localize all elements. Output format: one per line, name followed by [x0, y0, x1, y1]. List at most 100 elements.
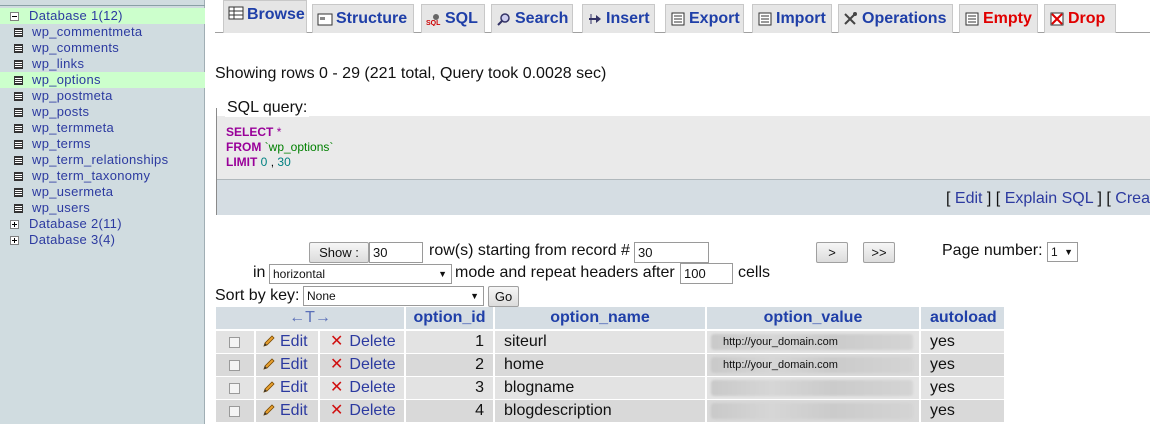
tab-import[interactable]: Import	[752, 4, 832, 33]
database-2-item[interactable]: Database 2(11)	[0, 216, 205, 232]
sidebar-table-wp_postmeta[interactable]: wp_postmeta	[0, 88, 205, 104]
delete-label[interactable]: Delete	[349, 379, 395, 396]
table-icon[interactable]	[14, 107, 23, 117]
sidebar-table-label[interactable]: wp_usermeta	[32, 184, 113, 200]
row-checkbox[interactable]	[229, 383, 240, 394]
tab-export[interactable]: Export	[665, 4, 744, 33]
sidebar-table-wp_term_taxonomy[interactable]: wp_term_taxonomy	[0, 168, 205, 184]
sidebar-table-wp_commentmeta[interactable]: wp_commentmeta	[0, 24, 205, 40]
sidebar-table-label[interactable]: wp_term_taxonomy	[32, 168, 150, 184]
edit-link[interactable]: Edit	[256, 331, 318, 353]
sidebar-table-label[interactable]: wp_comments	[32, 40, 119, 56]
page-number-select[interactable]: 1 ▼	[1047, 242, 1078, 262]
sidebar-table-wp_users[interactable]: wp_users	[0, 200, 205, 216]
tab-sql[interactable]: SQL SQL	[421, 4, 485, 33]
sidebar-table-wp_termmeta[interactable]: wp_termmeta	[0, 120, 205, 136]
sort-key-select[interactable]: None ▼	[303, 286, 484, 306]
database-1-item[interactable]: Database 1(12)	[0, 8, 205, 24]
edit-pencil-icon[interactable]	[262, 403, 276, 417]
sidebar-table-label[interactable]: wp_posts	[32, 104, 89, 120]
expand-icon[interactable]	[10, 219, 19, 229]
delete-link[interactable]: ✕ Delete	[320, 331, 404, 353]
sidebar-table-label[interactable]: wp_term_relationships	[32, 152, 168, 168]
sidebar-table-label[interactable]: wp_termmeta	[32, 120, 114, 136]
delete-x-icon[interactable]: ✕	[330, 400, 343, 422]
edit-label[interactable]: Edit	[280, 333, 308, 350]
sidebar-table-wp_comments[interactable]: wp_comments	[0, 40, 205, 56]
delete-x-icon[interactable]: ✕	[330, 331, 343, 353]
edit-link[interactable]: Edit	[256, 377, 318, 399]
table-icon[interactable]	[14, 139, 23, 149]
row-checkbox[interactable]	[229, 360, 240, 371]
edit-pencil-icon[interactable]	[262, 380, 276, 394]
sidebar-table-wp_options[interactable]: wp_options	[0, 72, 205, 88]
row-checkbox[interactable]	[229, 337, 240, 348]
go-button[interactable]: Go	[488, 286, 519, 307]
database-3-item[interactable]: Database 3(4)	[0, 232, 205, 248]
tab-browse[interactable]: Browse	[223, 0, 307, 33]
column-header-option-id[interactable]: option_id	[406, 307, 493, 329]
tab-empty[interactable]: Empty	[959, 4, 1038, 33]
sidebar-table-wp_links[interactable]: wp_links	[0, 56, 205, 72]
sidebar-table-wp_terms[interactable]: wp_terms	[0, 136, 205, 152]
collapse-icon[interactable]	[10, 11, 19, 21]
delete-label[interactable]: Delete	[349, 333, 395, 350]
start-record-input[interactable]: 30	[634, 242, 709, 263]
delete-label[interactable]: Delete	[349, 356, 395, 373]
expand-icon[interactable]	[10, 235, 19, 245]
display-mode-select[interactable]: horizontal ▼	[269, 264, 452, 284]
table-icon[interactable]	[14, 27, 23, 37]
sidebar-table-label[interactable]: wp_users	[32, 200, 90, 216]
table-icon[interactable]	[14, 155, 23, 165]
delete-link[interactable]: ✕ Delete	[320, 354, 404, 376]
repeat-headers-input[interactable]: 100	[680, 263, 733, 284]
column-header-autoload[interactable]: autoload	[921, 307, 1004, 329]
tab-structure[interactable]: Structure	[312, 4, 414, 33]
sidebar-table-label[interactable]: wp_options	[32, 72, 101, 88]
database-label[interactable]: Database 1(12)	[29, 8, 123, 24]
delete-x-icon[interactable]: ✕	[330, 354, 343, 376]
sidebar-table-wp_term_relationships[interactable]: wp_term_relationships	[0, 152, 205, 168]
sidebar-table-label[interactable]: wp_postmeta	[32, 88, 113, 104]
sidebar-table-label[interactable]: wp_links	[32, 56, 84, 72]
delete-link[interactable]: ✕ Delete	[320, 400, 404, 422]
table-icon[interactable]	[14, 187, 23, 197]
row-checkbox[interactable]	[229, 406, 240, 417]
table-icon[interactable]	[14, 75, 23, 85]
next-page-button[interactable]: >	[816, 242, 848, 263]
table-icon[interactable]	[14, 203, 23, 213]
column-sort-arrows[interactable]: ←T→	[216, 307, 404, 329]
delete-x-icon[interactable]: ✕	[330, 377, 343, 399]
edit-link[interactable]: Edit	[256, 400, 318, 422]
edit-pencil-icon[interactable]	[262, 357, 276, 371]
table-icon[interactable]	[14, 43, 23, 53]
delete-label[interactable]: Delete	[349, 402, 395, 419]
explain-sql-link[interactable]: Explain SQL	[1005, 190, 1093, 207]
edit-query-link[interactable]: Edit	[955, 190, 983, 207]
last-page-button[interactable]: >>	[863, 242, 895, 263]
edit-label[interactable]: Edit	[280, 402, 308, 419]
column-header-option-name[interactable]: option_name	[495, 307, 705, 329]
table-icon[interactable]	[14, 59, 23, 69]
tab-insert[interactable]: Insert	[582, 4, 655, 33]
sidebar-table-label[interactable]: wp_terms	[32, 136, 91, 152]
tab-search[interactable]: Search	[491, 4, 573, 33]
create-php-code-link[interactable]: Crea	[1115, 190, 1150, 207]
table-icon[interactable]	[14, 91, 23, 101]
edit-link[interactable]: Edit	[256, 354, 318, 376]
table-icon[interactable]	[14, 171, 23, 181]
delete-link[interactable]: ✕ Delete	[320, 377, 404, 399]
edit-label[interactable]: Edit	[280, 356, 308, 373]
show-button[interactable]: Show :	[309, 242, 369, 263]
database-label[interactable]: Database 2(11)	[29, 216, 122, 232]
table-icon[interactable]	[14, 123, 23, 133]
sidebar-table-wp_usermeta[interactable]: wp_usermeta	[0, 184, 205, 200]
edit-pencil-icon[interactable]	[262, 334, 276, 348]
edit-label[interactable]: Edit	[280, 379, 308, 396]
database-label[interactable]: Database 3(4)	[29, 232, 115, 248]
tab-operations[interactable]: Operations	[838, 4, 953, 33]
rows-count-input[interactable]: 30	[369, 242, 423, 263]
sidebar-table-label[interactable]: wp_commentmeta	[32, 24, 142, 40]
sidebar-table-wp_posts[interactable]: wp_posts	[0, 104, 205, 120]
column-header-option-value[interactable]: option_value	[707, 307, 919, 329]
